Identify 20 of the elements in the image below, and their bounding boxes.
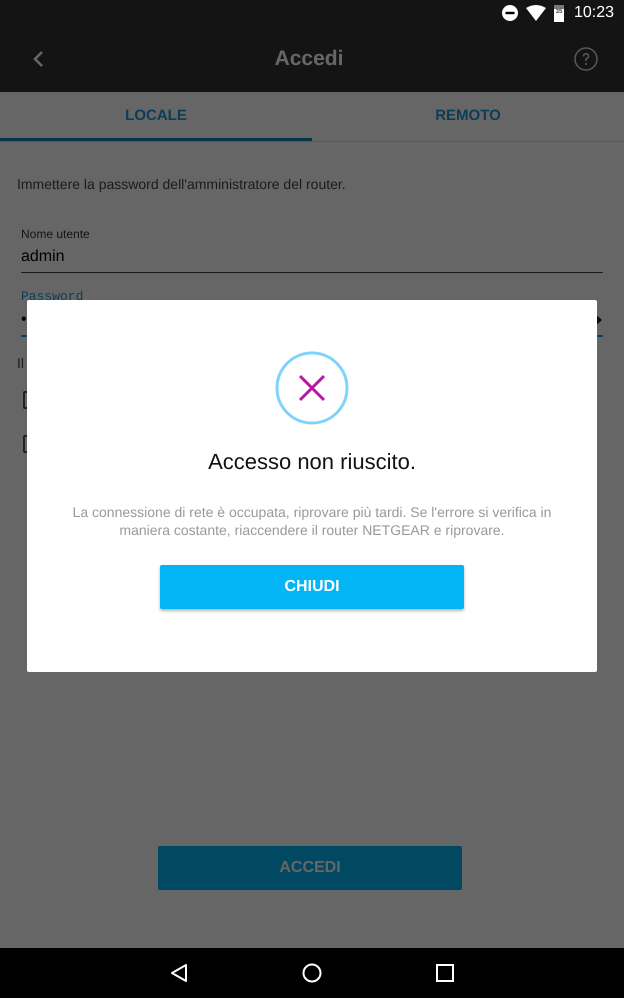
dialog-message: La connessione di rete è occupata, riprovare più tardi. Se l'errore si verifica in maniera costante, riaccendere il router NETGEAR e riprovare.: [72, 503, 552, 539]
field-value: admin: [21, 248, 65, 266]
input-field[interactable]: Nome utente admin: [21, 226, 603, 273]
help-icon[interactable]: [574, 47, 598, 71]
field-label: Password: [21, 289, 84, 305]
clock-time: 10:23: [574, 4, 614, 22]
home-icon[interactable]: [302, 963, 322, 983]
recents-icon[interactable]: [436, 964, 454, 982]
hint-text: Il: [17, 355, 24, 371]
close-button[interactable]: CHIUDI: [160, 565, 464, 609]
instruction-text: Immettere la password dell'amministratore del router.: [17, 175, 347, 194]
back-icon[interactable]: [170, 963, 188, 983]
field-value: •: [21, 311, 27, 329]
field-label: Nome utente: [21, 226, 91, 242]
wifi-icon: [526, 5, 546, 21]
login-button[interactable]: ACCEDI: [158, 846, 462, 890]
do-not-disturb-icon: [502, 5, 518, 21]
screen-title: Accedi: [274, 47, 344, 71]
dialog-title: Accesso non riuscito.: [208, 449, 416, 475]
error-icon: [275, 351, 349, 425]
